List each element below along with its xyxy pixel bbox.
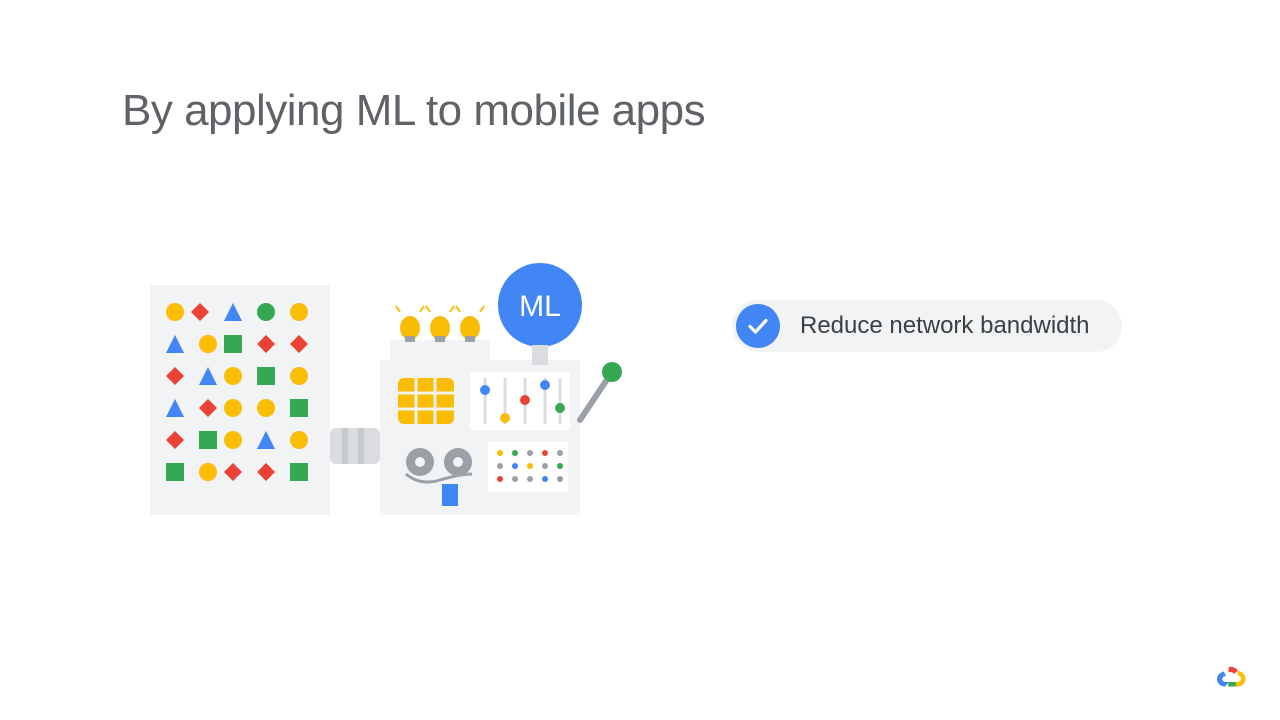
bullet-item: Reduce network bandwidth (732, 300, 1122, 352)
lever-icon (580, 362, 622, 420)
ml-badge-label: ML (519, 290, 561, 323)
ml-machine: ML (380, 263, 622, 515)
check-icon (736, 304, 780, 348)
shapes-board (150, 285, 330, 515)
connector-pipe (330, 428, 380, 464)
slide-title: By applying ML to mobile apps (122, 86, 705, 136)
ml-illustration: ML (120, 250, 640, 540)
dot-matrix-icon (488, 442, 568, 492)
bullet-label: Reduce network bandwidth (800, 312, 1090, 340)
google-cloud-logo-icon (1214, 658, 1250, 694)
bulb-icons (396, 306, 484, 342)
slide: By applying ML to mobile apps (0, 0, 1280, 720)
grid-panel-icon (398, 378, 454, 424)
ml-illustration-svg: ML (120, 250, 640, 540)
sliders-icon (470, 372, 570, 430)
